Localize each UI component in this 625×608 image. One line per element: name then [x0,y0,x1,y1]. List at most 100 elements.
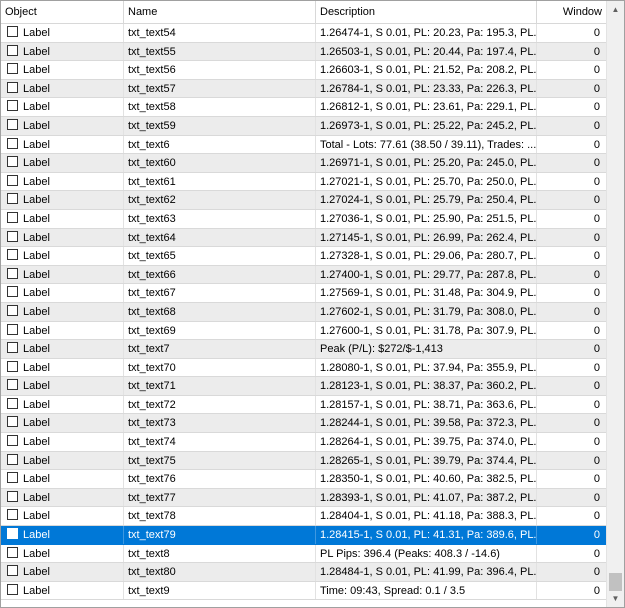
object-name-cell: txt_text58 [124,98,316,116]
row-checkbox[interactable] [7,583,18,595]
window-cell: 0 [593,27,600,39]
table-row[interactable]: Label txt_text7 Peak (P/L): $272/$-1,413 0 [1,340,606,359]
row-checkbox[interactable] [7,63,18,75]
table-row[interactable]: Label txt_text60 1.26971-1, S 0.01, PL: 25… [1,154,606,173]
table-row[interactable]: Label txt_text76 1.28350-1, S 0.01, PL: 40… [1,470,606,489]
object-type-label: Label [23,64,50,77]
vertical-scrollbar[interactable]: ▲ ▼ [606,1,624,607]
table-row[interactable]: Label txt_text71 1.28123-1, S 0.01, PL: 38… [1,377,606,396]
window-cell: 0 [593,436,600,449]
row-checkbox[interactable] [7,490,18,502]
row-checkbox[interactable] [7,528,18,540]
table-row[interactable]: Label txt_text65 1.27328-1, S 0.01, PL: 29… [1,247,606,266]
row-checkbox[interactable] [7,118,18,130]
row-checkbox[interactable] [7,342,18,354]
object-name-cell: txt_text71 [124,377,316,395]
row-checkbox[interactable] [7,323,18,335]
table-row[interactable]: Label txt_text69 1.27600-1, S 0.01, PL: 31… [1,321,606,341]
column-header-object[interactable]: Object [1,1,124,23]
object-name-cell: txt_text64 [124,228,316,247]
column-header-description[interactable]: Description [316,1,537,23]
description-cell: 1.28404-1, S 0.01, PL: 41.18, Pa: 388.3,… [316,507,537,526]
row-checkbox[interactable] [7,81,18,93]
table-row[interactable]: Label txt_text80 1.28484-1, S 0.01, PL: 41… [1,563,606,582]
row-checkbox[interactable] [7,193,18,205]
table-row[interactable]: Label txt_text75 1.28265-1, S 0.01, PL: 39… [1,451,606,471]
table-row[interactable]: Label txt_text77 1.28393-1, S 0.01, PL: 41… [1,488,606,508]
table-row[interactable]: Label txt_text79 1.28415-1, S 0.01, PL: 41… [1,526,606,545]
object-name-cell: txt_text55 [124,42,316,61]
table-row[interactable]: Label txt_text78 1.28404-1, S 0.01, PL: 41… [1,507,606,527]
row-checkbox[interactable] [7,44,18,56]
object-type-label: Label [23,547,50,560]
row-checkbox[interactable] [7,286,18,298]
description-cell: PL Pips: 396.4 (Peaks: 408.3 / -14.6) [316,544,537,563]
row-checkbox[interactable] [7,472,18,484]
column-header-window[interactable]: Window [537,1,606,23]
object-name-cell: txt_text66 [124,265,316,284]
table-row[interactable]: Label txt_text66 1.27400-1, S 0.01, PL: 29… [1,265,606,285]
table-row[interactable]: Label txt_text61 1.27021-1, S 0.01, PL: 25… [1,172,606,192]
row-checkbox[interactable] [7,565,18,577]
row-checkbox[interactable] [7,211,18,223]
table-row[interactable]: Label txt_text54 1.26474-1, S 0.01, PL: 20… [1,24,606,43]
row-checkbox[interactable] [7,453,18,465]
table-row[interactable]: Label txt_text73 1.28244-1, S 0.01, PL: 39… [1,414,606,434]
table-row[interactable]: Label txt_text70 1.28080-1, S 0.01, PL: 37… [1,358,606,378]
row-checkbox[interactable] [7,100,18,112]
row-checkbox[interactable] [7,249,18,261]
object-type-label: Label [23,101,50,114]
table-row[interactable]: Label txt_text58 1.26812-1, S 0.01, PL: 23… [1,98,606,117]
object-type-label: Label [23,324,50,337]
table-row[interactable]: Label txt_text55 1.26503-1, S 0.01, PL: 20… [1,42,606,62]
table-row[interactable]: Label txt_text56 1.26603-1, S 0.01, PL: 21… [1,61,606,80]
scroll-down-icon[interactable]: ▼ [607,590,624,607]
table-row[interactable]: Label txt_text8 PL Pips: 396.4 (Peaks: 408… [1,544,606,564]
table-row[interactable]: Label txt_text59 1.26973-1, S 0.01, PL: 25… [1,116,606,136]
row-checkbox[interactable] [7,156,18,168]
table-row[interactable]: Label txt_text63 1.27036-1, S 0.01, PL: 25… [1,209,606,229]
table-row[interactable]: Label txt_text57 1.26784-1, S 0.01, PL: 23… [1,79,606,99]
scrollbar-thumb[interactable] [609,573,622,591]
row-checkbox[interactable] [7,435,18,447]
description-cell: 1.27602-1, S 0.01, PL: 31.79, Pa: 308.0,… [316,302,537,321]
object-name-cell: txt_text6 [124,135,316,154]
object-type-label: Label [23,138,50,151]
column-header-name[interactable]: Name [124,1,316,23]
object-type-label: Label [23,119,50,132]
table-row[interactable]: Label txt_text64 1.27145-1, S 0.01, PL: 26… [1,228,606,248]
table-row[interactable]: Label txt_text67 1.27569-1, S 0.01, PL: 31… [1,284,606,303]
table-row[interactable]: Label txt_text68 1.27602-1, S 0.01, PL: 31… [1,302,606,322]
row-checkbox[interactable] [7,360,18,372]
object-name-cell: txt_text62 [124,191,316,209]
row-checkbox[interactable] [7,137,18,149]
window-cell: 0 [593,343,600,356]
table-row[interactable]: Label txt_text6 Total - Lots: 77.61 (38.50… [1,135,606,155]
table-row[interactable]: Label txt_text9 Time: 09:43, Spread: 0.1 /… [1,581,606,601]
row-checkbox[interactable] [7,546,18,558]
table-row[interactable]: Label txt_text72 1.28157-1, S 0.01, PL: 38… [1,395,606,415]
row-checkbox[interactable] [7,379,18,391]
object-cell: Label [1,209,124,228]
row-checkbox[interactable] [7,397,18,409]
object-name-cell: txt_text59 [124,116,316,135]
window-cell: 0 [593,361,600,374]
description-cell: 1.28415-1, S 0.01, PL: 41.31, Pa: 389.6,… [316,526,537,544]
row-checkbox[interactable] [7,416,18,428]
window-cell: 0 [593,119,600,132]
row-checkbox[interactable] [7,267,18,279]
object-cell: Label [1,61,124,79]
window-cell: 0 [593,250,600,263]
object-type-label: Label [23,510,50,523]
object-cell: Label [1,228,124,247]
row-checkbox[interactable] [7,174,18,186]
row-checkbox[interactable] [7,304,18,316]
table-row[interactable]: Label txt_text74 1.28264-1, S 0.01, PL: 39… [1,433,606,452]
row-checkbox[interactable] [7,230,18,242]
row-checkbox[interactable] [7,26,18,37]
table-row[interactable]: Label txt_text62 1.27024-1, S 0.01, PL: 25… [1,191,606,210]
scroll-up-icon[interactable]: ▲ [607,1,624,18]
object-type-label: Label [23,380,50,393]
row-checkbox[interactable] [7,509,18,521]
object-type-label: Label [23,212,50,225]
